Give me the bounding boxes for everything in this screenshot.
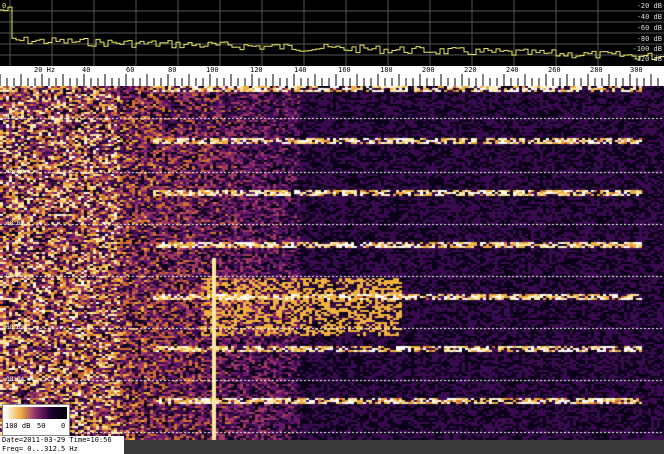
- db-label-100: -100 dB: [632, 45, 662, 53]
- color-scale-legend: 100 dB 50 0: [2, 404, 70, 436]
- spectrum-plot: [0, 0, 664, 66]
- freq-label-120: 120: [250, 66, 263, 74]
- freq-label-200: 200: [422, 66, 435, 74]
- db-label-120: -120 dB: [632, 55, 662, 63]
- scale-label-right: 0: [61, 422, 66, 430]
- status-info: Date=2011-03-29 Time=10:56 Freq= 0...312…: [0, 436, 124, 454]
- ruler-ticks: [0, 74, 659, 86]
- freq-label-180: 180: [380, 66, 393, 74]
- time-label-2: 08:00: [6, 168, 25, 175]
- frequency-ruler[interactable]: 20 Hz 40 60 80 100 120 140 160 180 200 2…: [0, 66, 664, 86]
- waterfall-canvas[interactable]: [0, 86, 664, 440]
- freq-label-140: 140: [294, 66, 307, 74]
- freq-label-60: 60: [126, 66, 135, 74]
- freq-label-280: 280: [590, 66, 603, 74]
- freq-label-40: 40: [82, 66, 91, 74]
- time-label-4: 08:02: [6, 272, 25, 279]
- db-label-20: -20 dB: [636, 2, 662, 10]
- freq-label-300: 300: [630, 66, 643, 74]
- bottom-strip: [124, 440, 664, 454]
- status-date-time: Date=2011-03-29 Time=10:56: [2, 436, 112, 444]
- freq-label-240: 240: [506, 66, 519, 74]
- spectrum-panel: -20 dB -40 dB -60 dB -80 dB -100 dB -120…: [0, 0, 664, 66]
- time-label-3: 08:01: [6, 220, 25, 227]
- scale-label-mid: 50: [37, 422, 46, 430]
- status-freq-range: Freq= 0...312.5 Hz: [2, 445, 78, 453]
- freq-label-260: 260: [548, 66, 561, 74]
- freq-label-80: 80: [168, 66, 177, 74]
- spectrum-corner-label: 0: [2, 2, 7, 10]
- freq-label-20: 20 Hz: [34, 66, 56, 74]
- freq-label-160: 160: [338, 66, 351, 74]
- db-label-60: -60 dB: [636, 24, 662, 32]
- waterfall-display[interactable]: 07:59 08:00 08:01 08:02 08:03 08:04: [0, 86, 664, 440]
- freq-label-220: 220: [464, 66, 477, 74]
- freq-label-100: 100: [206, 66, 219, 74]
- scale-label-left: 100 dB: [5, 422, 31, 430]
- color-gradient-bar: [5, 407, 67, 419]
- time-label-6: 08:04: [6, 376, 25, 383]
- db-label-40: -40 dB: [636, 13, 662, 21]
- time-label-5: 08:03: [6, 324, 25, 331]
- db-label-80: -80 dB: [636, 35, 662, 43]
- time-label-1: 07:59: [6, 114, 25, 121]
